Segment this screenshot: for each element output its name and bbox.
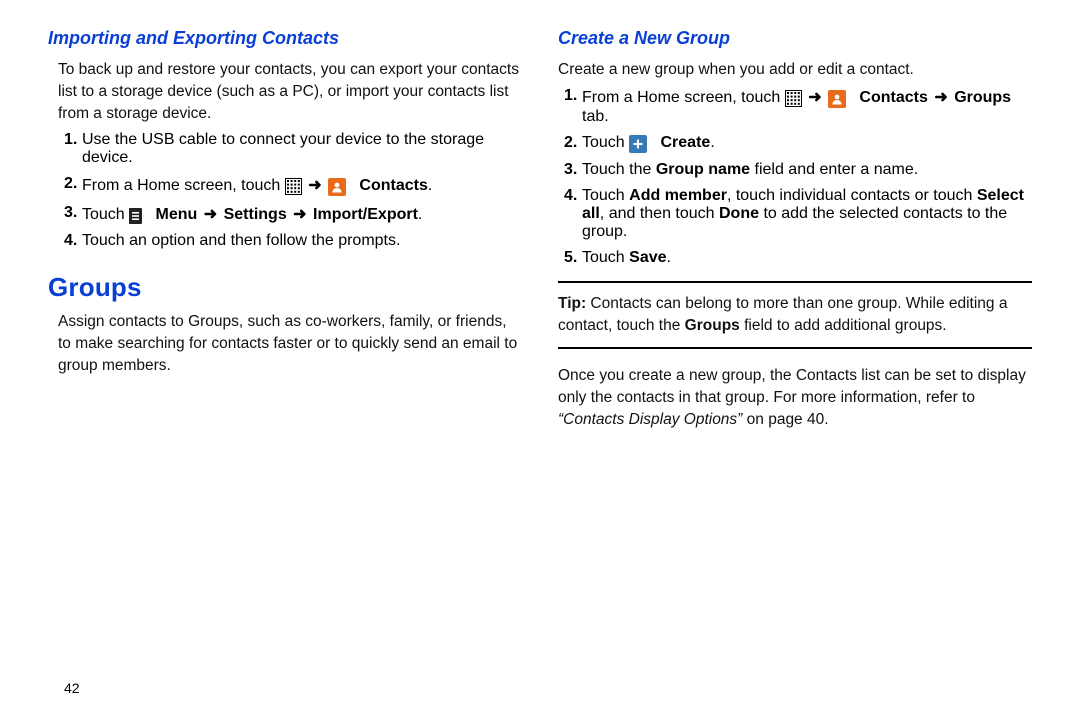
text-fragment: , and then touch — [600, 205, 719, 222]
step-number: 1. — [58, 131, 82, 167]
label-groups: Groups — [685, 317, 740, 334]
step-2: 2. Touch Create. — [558, 134, 1032, 153]
menu-icon — [129, 208, 142, 224]
step-text: From a Home screen, touch ➜ — [582, 87, 1032, 126]
text-fragment: From a Home screen, touch — [582, 89, 785, 106]
plus-icon — [629, 135, 647, 153]
step-5: 5. Touch Save. — [558, 249, 1032, 267]
space — [351, 177, 355, 194]
subhead-import-export: Importing and Exporting Contacts — [48, 28, 522, 49]
heading-groups: Groups — [48, 272, 522, 303]
text-fragment: field and enter a name. — [750, 161, 918, 178]
step-text: Touch an option and then follow the prom… — [82, 232, 522, 250]
tip-text: Tip: Contacts can belong to more than on… — [558, 293, 1032, 337]
apps-icon — [785, 90, 802, 107]
period: . — [667, 249, 671, 266]
text-fragment: on page 40. — [742, 411, 828, 428]
label-done: Done — [719, 205, 759, 222]
label-group-name: Group name — [656, 161, 750, 178]
step-number: 3. — [558, 161, 582, 179]
space — [147, 206, 151, 223]
step-3: 3. Touch the Group name field and enter … — [558, 161, 1032, 179]
label-contacts: Contacts — [359, 177, 427, 194]
step-4: 4. Touch Add member, touch individual co… — [558, 187, 1032, 241]
step-3: 3. Touch Menu ➜ Settings ➜ Import/Export… — [58, 204, 522, 224]
after-note: Once you create a new group, the Contact… — [558, 365, 1032, 431]
apps-icon — [285, 178, 302, 195]
period: . — [418, 206, 422, 223]
steps-create-group: 1. From a Home screen, touch ➜ — [558, 87, 1032, 267]
intro-import-export: To back up and restore your contacts, yo… — [58, 59, 522, 125]
step-4: 4. Touch an option and then follow the p… — [58, 232, 522, 250]
step-text: From a Home screen, touch ➜ — [82, 175, 522, 196]
step-2: 2. From a Home screen, touch ➜ — [58, 175, 522, 196]
step-text: Touch Add member, touch individual conta… — [582, 187, 1032, 241]
space — [851, 89, 855, 106]
step-1: 1. From a Home screen, touch ➜ — [558, 87, 1032, 126]
contacts-icon — [828, 90, 846, 108]
text-fragment: Once you create a new group, the Contact… — [558, 367, 1026, 406]
label-menu: Menu — [156, 206, 198, 223]
step-number: 3. — [58, 204, 82, 224]
label-create: Create — [661, 134, 711, 151]
step-number: 2. — [58, 175, 82, 196]
step-number: 4. — [558, 187, 582, 241]
arrow-icon: ➜ — [808, 89, 821, 106]
step-text: Touch Save. — [582, 249, 1032, 267]
contacts-icon — [328, 178, 346, 196]
text-fragment: Touch — [82, 206, 129, 223]
text-fragment: Touch — [582, 134, 629, 151]
step-number: 2. — [558, 134, 582, 153]
intro-create-group: Create a new group when you add or edit … — [558, 59, 1032, 81]
tip-label: Tip: — [558, 295, 586, 312]
step-text: Use the USB cable to connect your device… — [82, 131, 522, 167]
step-text: Touch Menu ➜ Settings ➜ Import/Export. — [82, 204, 522, 224]
left-column: Importing and Exporting Contacts To back… — [48, 28, 522, 700]
step-1: 1. Use the USB cable to connect your dev… — [58, 131, 522, 167]
text-fragment: Touch — [582, 249, 629, 266]
text-fragment: Touch the — [582, 161, 656, 178]
step-text: Touch the Group name field and enter a n… — [582, 161, 1032, 179]
page-number: 42 — [64, 680, 80, 696]
subhead-create-group: Create a New Group — [558, 28, 1032, 49]
text-fragment: Touch — [582, 187, 629, 204]
text-fragment: field to add additional groups. — [740, 317, 947, 334]
step-number: 4. — [58, 232, 82, 250]
right-column: Create a New Group Create a new group wh… — [558, 28, 1032, 700]
step-number: 5. — [558, 249, 582, 267]
arrow-icon: ➜ — [204, 206, 217, 223]
arrow-icon: ➜ — [308, 177, 321, 194]
period: . — [428, 177, 432, 194]
label-add-member: Add member — [629, 187, 727, 204]
steps-import-export: 1. Use the USB cable to connect your dev… — [58, 131, 522, 250]
label-save: Save — [629, 249, 666, 266]
step-text: Touch Create. — [582, 134, 1032, 153]
text-fragment: From a Home screen, touch — [82, 177, 285, 194]
text-fragment: tab. — [582, 108, 609, 125]
xref-contacts-display-options: “Contacts Display Options” — [558, 411, 742, 428]
label-contacts: Contacts — [859, 89, 927, 106]
body-groups: Assign contacts to Groups, such as co-wo… — [58, 311, 522, 377]
manual-page: Importing and Exporting Contacts To back… — [0, 0, 1080, 720]
label-settings: Settings — [224, 206, 287, 223]
arrow-icon: ➜ — [293, 206, 306, 223]
label-groups: Groups — [954, 89, 1011, 106]
text-fragment: , touch individual contacts or touch — [727, 187, 977, 204]
period: . — [710, 134, 714, 151]
step-number: 1. — [558, 87, 582, 126]
tip-box: Tip: Contacts can belong to more than on… — [558, 281, 1032, 349]
arrow-icon: ➜ — [934, 89, 947, 106]
label-import-export: Import/Export — [313, 206, 418, 223]
space — [652, 134, 656, 151]
